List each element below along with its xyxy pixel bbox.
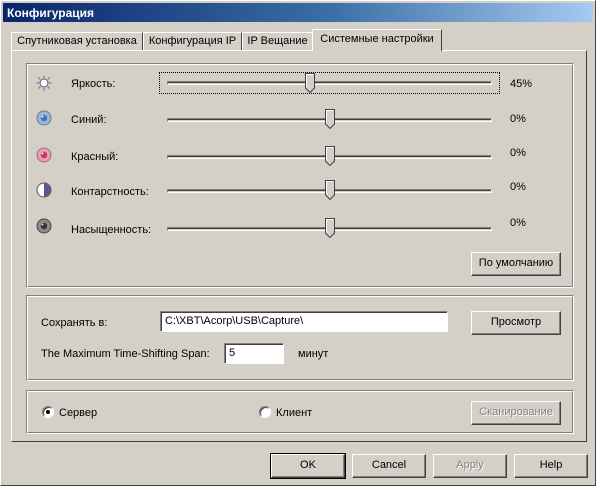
contrast-icon [36, 182, 52, 198]
red-thumb[interactable] [325, 146, 335, 166]
tab-ip-broadcast[interactable]: IP Вещание [242, 32, 313, 50]
save-path-input[interactable]: C:\XBT\Acorp\USB\Capture\ [160, 311, 448, 332]
help-button[interactable]: Help [514, 454, 588, 478]
brightness-value: 45% [510, 78, 533, 90]
contrast-value: 0% [510, 181, 526, 193]
client-radio[interactable] [259, 406, 271, 418]
tab-system-settings[interactable]: Системные настройки [312, 29, 442, 51]
apply-button[interactable]: Apply [433, 454, 507, 478]
saturation-track [167, 227, 492, 231]
blue-thumb[interactable] [325, 109, 335, 129]
timeshift-unit: минут [298, 348, 329, 360]
saturation-value: 0% [510, 217, 526, 229]
brightness-thumb[interactable] [305, 73, 315, 93]
tab-satellite[interactable]: Спутниковая установка [11, 32, 143, 50]
timeshift-label: The Maximum Time-Shifting Span: [41, 348, 210, 360]
brightness-label: Яркость: [71, 78, 116, 90]
contrast-thumb[interactable] [325, 180, 335, 200]
contrast-track [167, 189, 492, 193]
capture-settings-group: Сохранять в: C:\XBT\Acorp\USB\Capture\ П… [26, 295, 574, 381]
brightness-focus [159, 72, 500, 94]
blue-label: Синий: [71, 114, 107, 126]
brightness-icon [36, 75, 52, 91]
red-value: 0% [510, 147, 526, 159]
save-path-label: Сохранять в: [41, 317, 108, 329]
server-label[interactable]: Сервер [59, 407, 97, 419]
config-window: Конфигурация Спутниковая установка Конфи… [0, 0, 596, 486]
red-label: Красный: [71, 151, 119, 163]
timeshift-input[interactable]: 5 [224, 343, 284, 364]
saturation-label: Насыщенность: [71, 224, 152, 236]
window-title: Конфигурация [7, 6, 95, 20]
scan-button[interactable]: Сканирование [471, 401, 561, 425]
server-radio[interactable] [42, 406, 54, 418]
red-track [167, 155, 492, 159]
client-label[interactable]: Клиент [276, 407, 312, 419]
mode-group: Сервер Клиент Сканирование [26, 390, 574, 434]
title-bar[interactable]: Конфигурация [3, 3, 593, 22]
red-icon [36, 147, 52, 163]
brightness-track [167, 81, 492, 85]
contrast-label: Контарстность: [71, 186, 149, 198]
tab-ip-config[interactable]: Конфигурация IP [143, 32, 242, 50]
saturation-thumb[interactable] [325, 218, 335, 238]
browse-button[interactable]: Просмотр [471, 311, 561, 335]
blue-icon [36, 110, 52, 126]
blue-track [167, 118, 492, 122]
tab-panel: Яркость: 45% Синий: 0% Красный: 0% Конта… [11, 50, 587, 442]
ok-button[interactable]: OK [270, 453, 346, 479]
saturation-icon [36, 218, 52, 234]
blue-value: 0% [510, 113, 526, 125]
image-settings-group: Яркость: 45% Синий: 0% Красный: 0% Конта… [26, 63, 574, 288]
cancel-button[interactable]: Cancel [352, 454, 426, 478]
defaults-button[interactable]: По умолчанию [471, 252, 561, 276]
